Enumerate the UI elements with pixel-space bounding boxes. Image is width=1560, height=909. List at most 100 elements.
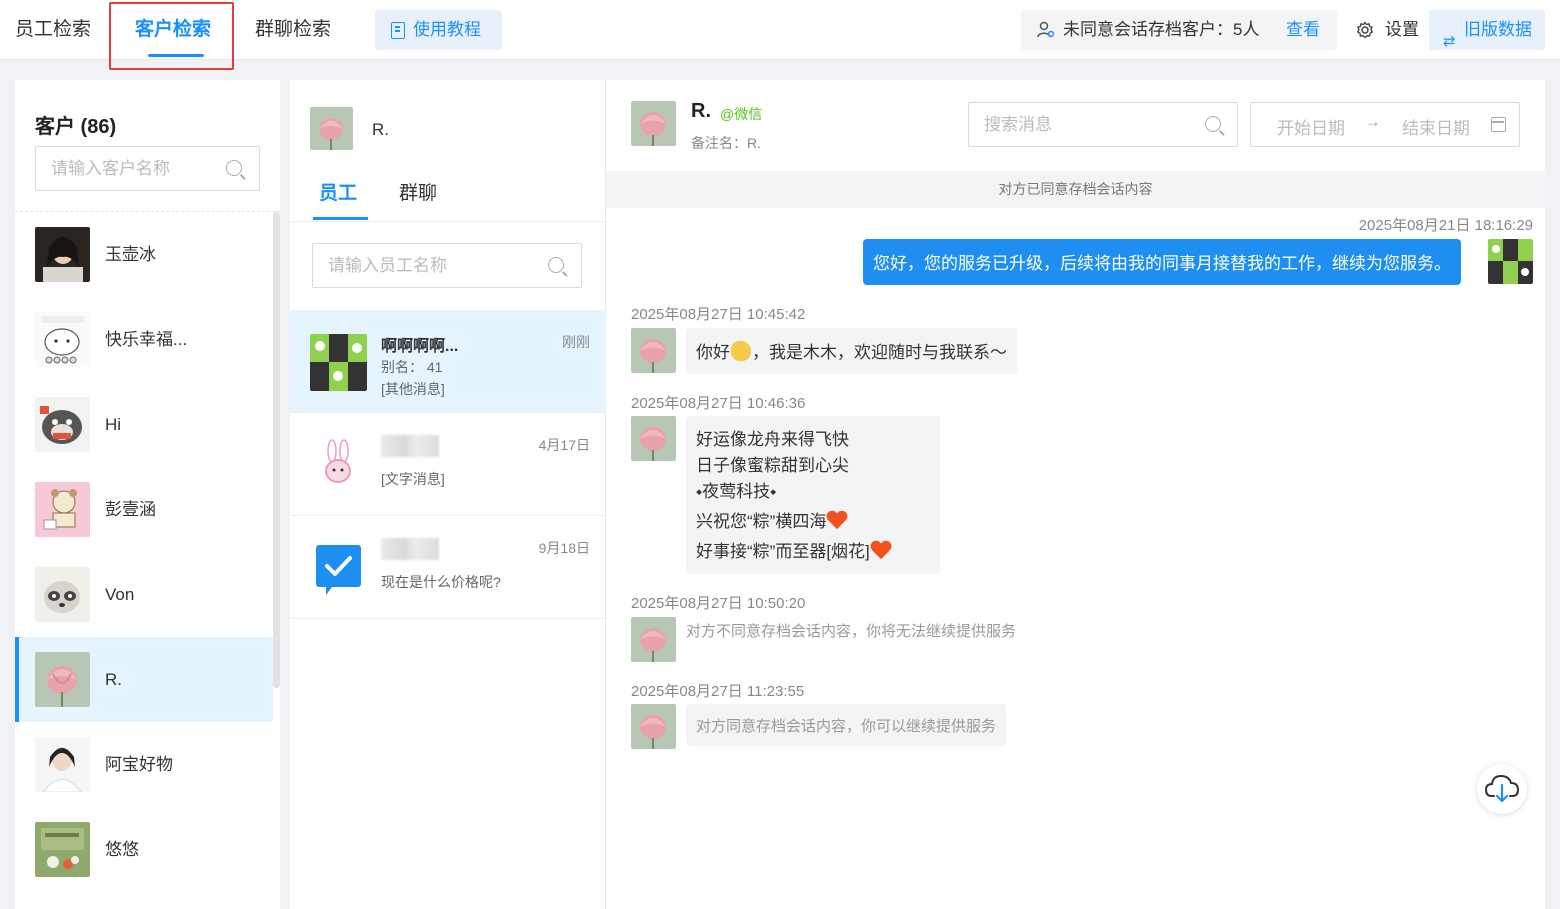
book-icon (391, 22, 405, 39)
chat-contact-remark: 备注名：R. (691, 135, 761, 151)
customer-list: 玉壶冰 快乐幸福... Hi 彭壹涵 Von R. 阿宝好物 悠悠 (15, 212, 280, 892)
staff-search-field[interactable] (312, 243, 582, 288)
start-date[interactable]: 开始日期 (1277, 114, 1345, 139)
staff-last-message: 现在是什么价格呢? (381, 574, 501, 590)
calendar-icon (1491, 117, 1506, 132)
end-date[interactable]: 结束日期 (1402, 114, 1470, 139)
tab-group-chat[interactable]: 群聊 (399, 178, 437, 205)
message-search-input[interactable] (969, 103, 1237, 146)
customer-item[interactable]: Hi (15, 382, 273, 467)
customer-name: Von (105, 585, 135, 604)
customer-search-field[interactable] (35, 146, 260, 191)
top-bar: 员工检索 客户检索 群聊检索 使用教程 未同意会话存档客户：5人 查看 设置 ⇄… (0, 0, 1560, 60)
message-search-field[interactable] (968, 102, 1238, 147)
divider (290, 221, 606, 222)
cloud-download-icon (1485, 774, 1519, 803)
user-lock-icon (1037, 21, 1055, 38)
consent-banner: 对方已同意存档会话内容 (606, 171, 1545, 208)
avatar (35, 227, 90, 282)
avatar (310, 437, 367, 494)
view-link[interactable]: 查看 (1286, 10, 1320, 50)
staff-last-time: 刚刚 (562, 334, 590, 350)
avatar (35, 652, 90, 707)
staff-search-input[interactable] (313, 244, 581, 287)
system-notice-bubble: 对方同意存档会话内容，你可以继续提供服务 (686, 704, 1007, 746)
staff-alias: 别名： 41 (381, 359, 443, 375)
message-timestamp: 2025年08月27日 11:23:55 (631, 683, 805, 700)
selected-customer-name: R. (372, 120, 389, 139)
staff-name: 啊啊啊啊... (381, 338, 459, 355)
old-data-button[interactable]: ⇄ 旧版数据 (1429, 10, 1545, 50)
tutorial-label: 使用教程 (413, 20, 481, 39)
download-button[interactable] (1477, 764, 1527, 814)
heart-icon (826, 509, 848, 531)
staff-item-selected[interactable]: 啊啊啊啊... 刚刚 别名： 41 [其他消息] (290, 310, 606, 413)
staff-panel: R. 员工 群聊 啊啊啊啊... 刚刚 别名： 41 [其他消息] 4月17日 … (290, 80, 606, 909)
customer-name: 彭壹涵 (105, 500, 156, 519)
avatar (1488, 239, 1533, 284)
staff-list: 啊啊啊啊... 刚刚 别名： 41 [其他消息] 4月17日 [文字消息] 9月… (290, 310, 606, 619)
highlight-box (109, 2, 234, 70)
search-icon (548, 257, 564, 273)
staff-item[interactable]: 9月18日 现在是什么价格呢? (290, 516, 606, 619)
avatar (35, 737, 90, 792)
message-timestamp: 2025年08月27日 10:46:36 (631, 395, 806, 412)
chat-panel: R. @微信 备注名：R. 开始日期 → 结束日期 对方已同意存档会话内容 20… (606, 80, 1545, 909)
avatar (310, 107, 353, 150)
customer-name: Hi (105, 415, 122, 434)
customer-item[interactable]: 快乐幸福... (15, 297, 273, 382)
message-timestamp: 2025年08月27日 10:45:42 (631, 306, 806, 323)
gear-icon (1357, 21, 1373, 39)
customer-panel: 客户 (86) 玉壶冰 快乐幸福... Hi 彭壹涵 (15, 80, 280, 909)
consent-summary: 未同意会话存档客户：5人 查看 (1021, 10, 1337, 50)
staff-name-blurred (381, 435, 439, 462)
customer-name: 阿宝好物 (105, 755, 173, 774)
avatar (35, 312, 90, 367)
staff-last-time: 9月18日 (538, 540, 590, 556)
message-line: 日子像蜜粽甜到心尖 (696, 456, 849, 475)
wechat-source-tag: @微信 (720, 106, 763, 122)
old-data-label: 旧版数据 (1464, 20, 1532, 39)
avatar (35, 822, 90, 877)
message-line: 好事接“粽”而至器[烟花] (696, 542, 870, 561)
customer-list-scrollbar[interactable] (273, 212, 280, 688)
system-notice: 对方不同意存档会话内容，你将无法继续提供服务 (686, 623, 1017, 640)
tab-staff-search[interactable]: 员工检索 (15, 0, 91, 60)
avatar (631, 416, 676, 461)
avatar (35, 482, 90, 537)
tutorial-button[interactable]: 使用教程 (375, 10, 502, 50)
consent-summary-text: 未同意会话存档客户：5人 (1063, 20, 1260, 39)
customer-item[interactable]: 阿宝好物 (15, 722, 273, 807)
avatar (631, 704, 676, 749)
settings-label: 设置 (1385, 20, 1419, 39)
swap-icon: ⇄ (1443, 33, 1456, 50)
staff-item[interactable]: 4月17日 [文字消息] (290, 413, 606, 516)
avatar (310, 540, 367, 597)
customer-name: 玉壶冰 (105, 245, 156, 264)
message-line: ⬩夜莺科技⬩ (696, 482, 777, 501)
staff-name-blurred (381, 538, 439, 565)
heart-icon (870, 539, 892, 561)
message-bubble-outgoing: 您好，您的服务已升级，后续将由我的同事月接替我的工作，继续为您服务。 (863, 239, 1461, 285)
customer-item[interactable]: Von (15, 552, 273, 637)
message-bubble-incoming: 好运像龙舟来得飞快 日子像蜜粽甜到心尖 ⬩夜莺科技⬩ 兴祝您“粽”横四海 好事接… (686, 416, 940, 574)
settings-button[interactable]: 设置 (1356, 10, 1419, 50)
tab-staff[interactable]: 员工 (319, 178, 357, 205)
avatar (631, 328, 676, 373)
tab-group-chat-search[interactable]: 群聊检索 (255, 0, 331, 60)
customer-item[interactable]: 玉壶冰 (15, 212, 273, 297)
avatar (310, 334, 367, 391)
search-icon (226, 160, 242, 176)
customer-name: 悠悠 (105, 840, 139, 859)
customer-name: 快乐幸福... (105, 330, 188, 349)
customer-item[interactable]: 彭壹涵 (15, 467, 273, 552)
waving-hand-icon (731, 341, 751, 361)
customer-item-selected[interactable]: R. (15, 637, 273, 722)
arrow-right-icon: → (1364, 112, 1381, 131)
message-timestamp: 2025年08月21日 18:16:29 (1358, 217, 1533, 234)
message-text: 你好 (696, 343, 730, 362)
date-range-picker[interactable]: 开始日期 → 结束日期 (1250, 102, 1520, 147)
avatar (35, 397, 90, 452)
customer-item[interactable]: 悠悠 (15, 807, 273, 892)
customer-name: R. (105, 670, 122, 689)
